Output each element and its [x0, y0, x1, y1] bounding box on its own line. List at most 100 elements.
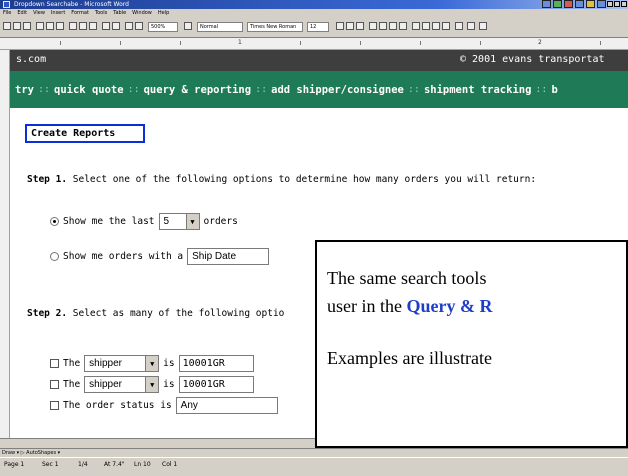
horizontal-scrollbar[interactable]: [0, 438, 315, 448]
horizontal-ruler: 1 2: [0, 38, 628, 50]
filter-checkbox[interactable]: [50, 359, 59, 368]
vertical-ruler: [0, 50, 10, 448]
minimize-button[interactable]: [607, 1, 613, 7]
drawing-toolbar[interactable]: Draw ▾ ▷ AutoShapes ▾: [0, 448, 628, 457]
bold-icon[interactable]: [336, 22, 344, 30]
menu-view[interactable]: View: [33, 9, 45, 18]
border-icon[interactable]: [455, 22, 463, 30]
style-select[interactable]: Normal: [197, 22, 243, 32]
tray-icon[interactable]: [564, 0, 573, 8]
callout-highlight: Query & R: [406, 296, 493, 316]
tray-icon[interactable]: [586, 0, 595, 8]
align-center-icon[interactable]: [379, 22, 387, 30]
help-icon[interactable]: [184, 22, 192, 30]
bullets-icon[interactable]: [422, 22, 430, 30]
status-bar: Page 1 Sec 1 1/4 At 7.4" Ln 10 Col 1: [0, 457, 628, 476]
tray-icon[interactable]: [553, 0, 562, 8]
font-color-icon[interactable]: [479, 22, 487, 30]
ruler-tick: [420, 41, 421, 45]
menu-format[interactable]: Format: [71, 9, 89, 18]
step-1-text: Select one of the following options to d…: [67, 174, 537, 185]
filter-lead: The: [63, 379, 81, 390]
copy-icon[interactable]: [79, 22, 87, 30]
ruler-tick: [300, 41, 301, 45]
status-section: Sec 1: [42, 461, 59, 468]
menu-edit[interactable]: Edit: [17, 9, 27, 18]
align-right-icon[interactable]: [389, 22, 397, 30]
paste-icon[interactable]: [89, 22, 97, 30]
print-icon[interactable]: [36, 22, 44, 30]
decrease-indent-icon[interactable]: [432, 22, 440, 30]
tray-icon[interactable]: [575, 0, 584, 8]
copyright-text: © 2001 evans transportat: [460, 54, 605, 65]
tray-icon[interactable]: [597, 0, 606, 8]
open-icon[interactable]: [13, 22, 21, 30]
zoom-select[interactable]: 500%: [148, 22, 178, 32]
filter-row: The shipper ▼ is 10001GR: [50, 376, 254, 393]
ruler-number: 1: [238, 39, 242, 46]
filter-checkbox[interactable]: [50, 380, 59, 389]
nav-query-reporting[interactable]: query & reporting: [144, 84, 251, 96]
menu-table[interactable]: Table: [113, 9, 126, 18]
underline-icon[interactable]: [356, 22, 364, 30]
menu-file[interactable]: File: [3, 9, 11, 18]
menu-window[interactable]: Window: [132, 9, 152, 18]
order-status-checkbox[interactable]: [50, 401, 59, 410]
order-count-select[interactable]: 5 ▼: [158, 213, 200, 230]
table-icon[interactable]: [125, 22, 133, 30]
menu-insert[interactable]: Insert: [51, 9, 65, 18]
filter-value-input[interactable]: 10001GR: [178, 355, 254, 372]
nav-separator: ::: [407, 84, 420, 95]
menu-help[interactable]: Help: [158, 9, 169, 18]
font-size-select[interactable]: 12: [307, 22, 329, 32]
cut-icon[interactable]: [69, 22, 77, 30]
order-status-select[interactable]: Any: [175, 397, 278, 414]
filter-field-select[interactable]: shipper ▼: [84, 355, 160, 372]
callout-line-2: user in the Query & R: [327, 296, 492, 317]
italic-icon[interactable]: [346, 22, 354, 30]
nav-shipment-tracking[interactable]: shipment tracking: [424, 84, 531, 96]
option-last-orders: Show me the last 5 ▼ orders: [50, 213, 238, 230]
nav-add-shipper[interactable]: add shipper/consignee: [271, 84, 404, 96]
chevron-down-icon[interactable]: ▼: [145, 356, 159, 371]
nav-more[interactable]: b: [551, 84, 557, 96]
radio-orders-with[interactable]: [50, 252, 59, 261]
highlight-icon[interactable]: [467, 22, 475, 30]
font-select[interactable]: Times New Roman: [247, 22, 303, 32]
close-button[interactable]: [621, 1, 627, 7]
numbering-icon[interactable]: [412, 22, 420, 30]
site-nav: try :: quick quote :: query & reporting …: [10, 71, 628, 108]
redo-icon[interactable]: [112, 22, 120, 30]
callout-line-1: The same search tools: [327, 268, 487, 288]
menu-tools[interactable]: Tools: [95, 9, 107, 18]
step-1-instructions: Step 1. Select one of the following opti…: [27, 174, 536, 185]
nav-separator: ::: [37, 84, 51, 95]
nav-separator: ::: [535, 84, 548, 95]
status-line: Ln 10: [134, 461, 151, 468]
undo-icon[interactable]: [102, 22, 110, 30]
nav-quick-quote[interactable]: quick quote: [54, 84, 124, 96]
filter-field-select[interactable]: shipper ▼: [84, 376, 160, 393]
radio-last-orders[interactable]: [50, 217, 59, 226]
spelling-icon[interactable]: [56, 22, 64, 30]
menu-bar: File Edit View Insert Format Tools Table…: [0, 9, 628, 18]
filter-value-input[interactable]: 10001GR: [178, 376, 254, 393]
ruler-tick: [360, 41, 361, 45]
chevron-down-icon[interactable]: ▼: [145, 377, 159, 392]
justify-icon[interactable]: [399, 22, 407, 30]
nav-entry[interactable]: try: [15, 84, 34, 96]
new-document-icon[interactable]: [3, 22, 11, 30]
site-header: s.com © 2001 evans transportat: [10, 50, 628, 71]
print-preview-icon[interactable]: [46, 22, 54, 30]
ruler-number: 2: [538, 39, 542, 46]
maximize-button[interactable]: [614, 1, 620, 7]
columns-icon[interactable]: [135, 22, 143, 30]
nav-separator: ::: [255, 84, 268, 95]
step-2-label: Step 2.: [27, 308, 68, 319]
save-icon[interactable]: [23, 22, 31, 30]
chevron-down-icon[interactable]: ▼: [185, 214, 199, 229]
tray-icon[interactable]: [542, 0, 551, 8]
align-left-icon[interactable]: [369, 22, 377, 30]
date-field-select[interactable]: Ship Date: [187, 248, 270, 265]
increase-indent-icon[interactable]: [442, 22, 450, 30]
